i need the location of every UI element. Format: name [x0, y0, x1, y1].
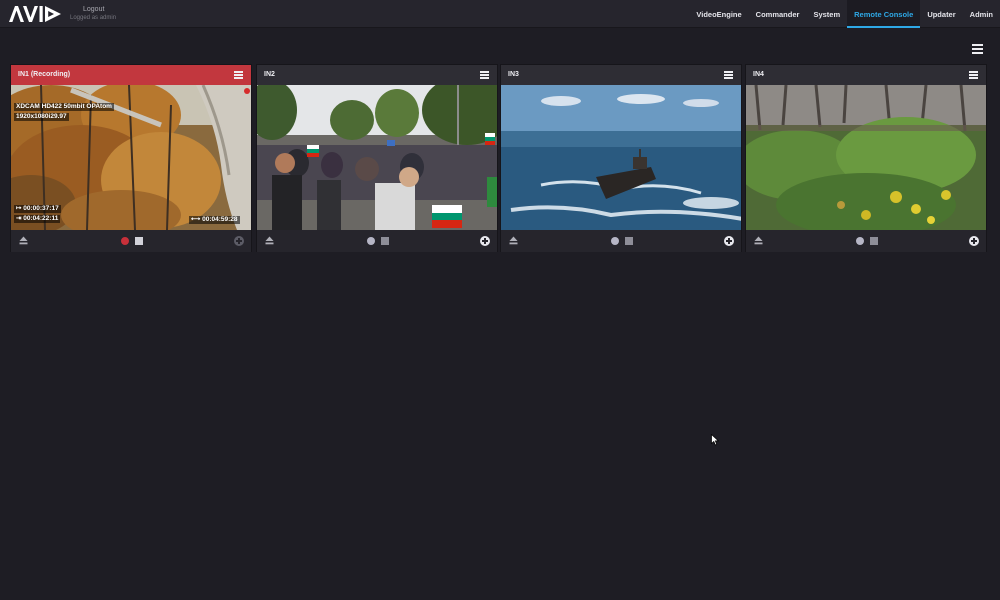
video-preview-in1: XDCAM HD422 50mbit OPAtom 1920x1080i29.9… [11, 85, 251, 230]
panel-header: IN4 [746, 65, 986, 85]
hamburger-menu-icon[interactable] [972, 44, 983, 54]
panel-header: IN2 [257, 65, 497, 85]
panel-menu-icon[interactable] [969, 71, 978, 79]
clip-duration: ⟷ 00:04:59:28 [189, 216, 240, 224]
add-icon[interactable] [724, 236, 734, 246]
logged-in-user: Logged as admin [70, 15, 117, 21]
add-icon[interactable] [234, 236, 244, 246]
record-icon[interactable] [856, 237, 864, 245]
top-bar: Logout Logged as admin VideoEngine Comma… [0, 0, 1000, 28]
panel-title: IN3 [508, 71, 519, 78]
nav-commander[interactable]: Commander [749, 0, 807, 28]
street-crowd-image [257, 85, 497, 230]
eject-icon[interactable] [509, 236, 518, 245]
video-resolution: 1920x1080i29.97 [14, 113, 69, 121]
panel-title: IN1 (Recording) [18, 71, 71, 78]
video-preview-in2 [257, 85, 497, 230]
add-icon[interactable] [969, 236, 979, 246]
stop-icon[interactable] [625, 237, 633, 245]
stop-icon[interactable] [135, 237, 143, 245]
stop-icon[interactable] [870, 237, 878, 245]
main-nav: VideoEngine Commander System Remote Cons… [689, 0, 1000, 28]
panel-controls [501, 230, 741, 252]
record-icon[interactable] [121, 237, 129, 245]
avid-logo [9, 6, 61, 22]
nav-system[interactable]: System [806, 0, 847, 28]
nav-updater[interactable]: Updater [920, 0, 962, 28]
input-panel-in2: IN2 [256, 64, 498, 252]
record-icon[interactable] [367, 237, 375, 245]
panel-menu-icon[interactable] [234, 71, 243, 79]
timecode-out: ⇥ 00:04:22:11 [14, 215, 61, 223]
panel-header: IN1 (Recording) [11, 65, 251, 85]
video-preview-in3 [501, 85, 741, 230]
panel-controls [11, 230, 251, 252]
timecode-in: ↦ 00:00:37:17 [14, 205, 61, 213]
input-panel-in4: IN4 [745, 64, 987, 252]
stop-icon[interactable] [381, 237, 389, 245]
panel-menu-icon[interactable] [724, 71, 733, 79]
forest-foliage-image [746, 85, 986, 230]
account-info: Logout Logged as admin [70, 5, 116, 23]
mouse-cursor-icon [711, 434, 719, 446]
panel-title: IN2 [264, 71, 275, 78]
eject-icon[interactable] [754, 236, 763, 245]
panel-title: IN4 [753, 71, 764, 78]
eject-icon[interactable] [19, 236, 28, 245]
eject-icon[interactable] [265, 236, 274, 245]
panel-menu-icon[interactable] [480, 71, 489, 79]
panel-controls [746, 230, 986, 252]
record-icon[interactable] [611, 237, 619, 245]
nav-remote-console[interactable]: Remote Console [847, 0, 921, 28]
input-panel-in3: IN3 [500, 64, 742, 252]
add-icon[interactable] [480, 236, 490, 246]
nav-videoengine[interactable]: VideoEngine [689, 0, 748, 28]
input-panel-in1: IN1 (Recording) XDCAM HD422 50mbit OPAto… [10, 64, 252, 252]
video-format: XDCAM HD422 50mbit OPAtom [14, 103, 114, 111]
shipwreck-sea-image [501, 85, 741, 230]
panel-controls [257, 230, 497, 252]
nav-admin[interactable]: Admin [963, 0, 1000, 28]
panel-header: IN3 [501, 65, 741, 85]
logout-link[interactable]: Logout [83, 5, 116, 14]
video-preview-in4 [746, 85, 986, 230]
